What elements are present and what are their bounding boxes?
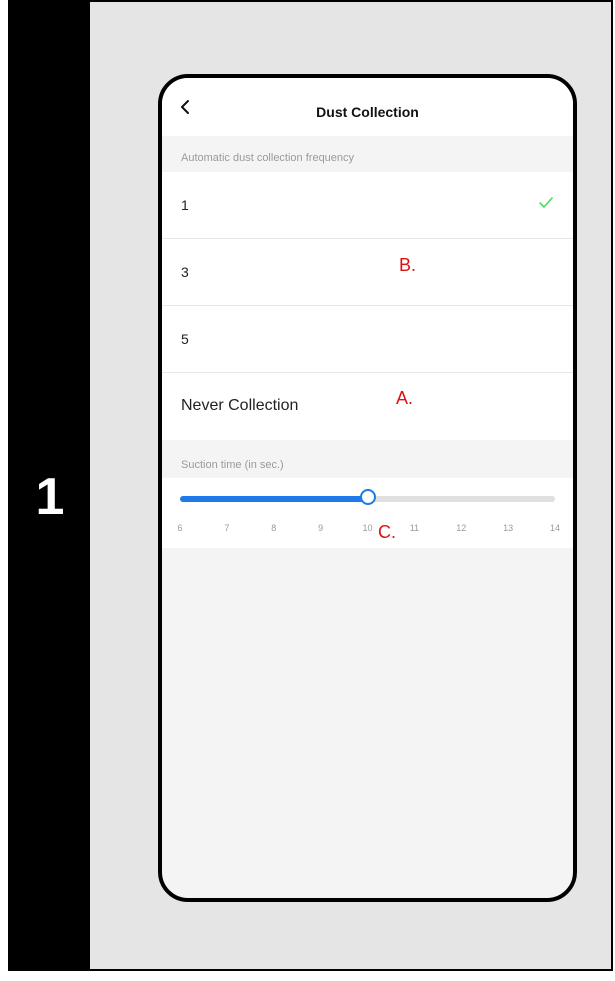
annotation-b: B.	[399, 255, 417, 275]
header: Dust Collection	[162, 78, 573, 136]
frequency-option-label: 5	[181, 331, 189, 347]
suction-tick-label: 13	[503, 523, 514, 533]
frequency-option-1[interactable]: 1	[162, 172, 573, 239]
suction-slider-fill	[180, 496, 368, 502]
step-number: 1	[35, 468, 65, 526]
page-title: Dust Collection	[316, 104, 419, 120]
suction-tick-label: 6	[177, 523, 183, 533]
suction-slider-track[interactable]	[180, 489, 555, 505]
checkmark-icon	[539, 197, 553, 208]
annotation-c: C.	[378, 522, 396, 542]
instruction-panel: 1 Dust Collection Automatic dust collect…	[8, 0, 613, 971]
frequency-option-label: 3	[181, 264, 189, 280]
suction-section-label: Suction time (in sec.)	[181, 459, 284, 471]
suction-tick-label: 9	[318, 523, 324, 533]
frequency-option-5[interactable]: 5	[162, 306, 573, 373]
frequency-section-label: Automatic dust collection frequency	[181, 152, 355, 164]
suction-slider-thumb[interactable]	[359, 489, 376, 505]
suction-tick-label: 10	[362, 523, 373, 533]
suction-tick-label: 11	[409, 523, 420, 533]
suction-tick-label: 14	[549, 523, 561, 533]
frequency-option-never[interactable]: Never Collection	[162, 373, 573, 440]
frequency-list: 1 3 5 Never Collection	[162, 172, 573, 440]
suction-tick-label: 7	[224, 523, 230, 533]
phone-screen: Dust Collection Automatic dust collectio…	[158, 74, 577, 902]
frequency-option-label: 1	[181, 197, 189, 213]
annotation-a: A.	[396, 388, 414, 408]
suction-slider-card: 6 7 8 9 10 11 12 13 14	[162, 478, 573, 548]
suction-tick-label: 12	[456, 523, 467, 533]
frequency-option-label: Never Collection	[181, 397, 299, 414]
step-sidebar: 1	[10, 2, 90, 969]
suction-tick-label: 8	[271, 523, 277, 533]
frequency-option-3[interactable]: 3	[162, 239, 573, 306]
